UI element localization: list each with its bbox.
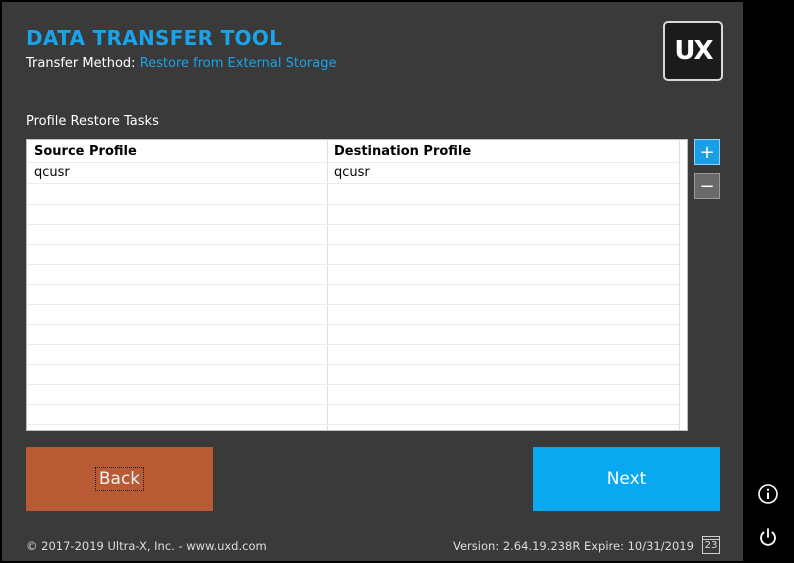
table-row bbox=[27, 184, 679, 205]
back-button[interactable]: Back bbox=[26, 447, 213, 511]
table-row bbox=[27, 244, 679, 265]
calendar-icon[interactable]: 23 bbox=[702, 536, 720, 554]
back-button-label: Back bbox=[94, 467, 145, 491]
copyright-text: © 2017-2019 Ultra-X, Inc. - www.uxd.com bbox=[26, 539, 267, 553]
source-profile-cell: qcusr bbox=[34, 165, 70, 180]
profile-tasks-table[interactable]: Source Profile Destination Profile qcusr… bbox=[26, 139, 688, 431]
table-row bbox=[27, 284, 679, 305]
info-icon[interactable] bbox=[757, 483, 779, 505]
column-header-source: Source Profile bbox=[34, 144, 137, 159]
table-row bbox=[27, 364, 679, 385]
transfer-method: Transfer Method: Restore from External S… bbox=[26, 56, 336, 71]
tasks-label: Profile Restore Tasks bbox=[26, 114, 159, 129]
version-text: Version: 2.64.19.238R Expire: 10/31/2019 bbox=[453, 539, 694, 553]
add-task-button[interactable]: + bbox=[694, 139, 720, 165]
table-row bbox=[27, 384, 679, 405]
table-row bbox=[27, 304, 679, 325]
next-button[interactable]: Next bbox=[533, 447, 720, 511]
logo-text: UX bbox=[674, 36, 713, 66]
transfer-method-label: Transfer Method: bbox=[26, 56, 136, 71]
table-row bbox=[27, 324, 679, 345]
table-row bbox=[27, 264, 679, 285]
column-divider bbox=[679, 140, 680, 430]
table-header: Source Profile Destination Profile bbox=[27, 140, 679, 163]
ux-logo: UX bbox=[663, 21, 723, 81]
column-header-destination: Destination Profile bbox=[334, 144, 472, 159]
table-row bbox=[27, 204, 679, 225]
transfer-method-value: Restore from External Storage bbox=[139, 56, 337, 71]
main-panel: DATA TRANSFER TOOL Transfer Method: Rest… bbox=[2, 2, 743, 561]
app-window: DATA TRANSFER TOOL Transfer Method: Rest… bbox=[0, 0, 794, 563]
table-row bbox=[27, 404, 679, 425]
power-icon[interactable] bbox=[757, 526, 779, 548]
table-row[interactable]: qcusr qcusr bbox=[27, 163, 679, 184]
table-row bbox=[27, 224, 679, 245]
remove-task-button[interactable]: − bbox=[694, 173, 720, 199]
destination-profile-cell: qcusr bbox=[334, 165, 370, 180]
app-title: DATA TRANSFER TOOL bbox=[26, 26, 283, 50]
table-row bbox=[27, 344, 679, 365]
